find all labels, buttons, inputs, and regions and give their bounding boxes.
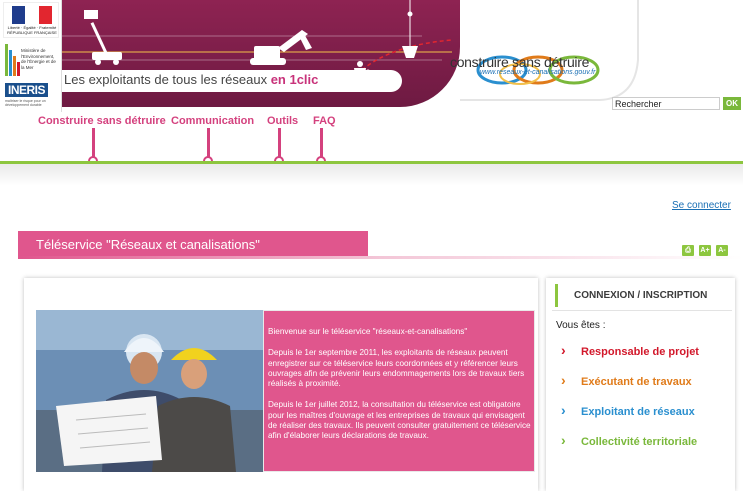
role-exploitant-de-reseaux[interactable]: › Exploitant de réseaux <box>561 402 695 418</box>
role-label: Responsable de projet <box>581 346 699 358</box>
role-label: Exploitant de réseaux <box>581 406 695 418</box>
page-title: Téléservice "Réseaux et canalisations" <box>36 237 260 252</box>
ministere-logo: Ministère de l'Environnement, de l'Énerg… <box>3 42 59 80</box>
welcome-text: Bienvenue sur le téléservice "réseaux-et… <box>268 327 534 453</box>
partner-logos: Liberté · Égalité · Fraternité RÉPUBLIQU… <box>0 0 62 112</box>
banner-tagline-prefix: Les exploitants de tous les réseaux <box>64 72 271 87</box>
header-banner: Les exploitants de tous les réseaux en 1… <box>62 0 460 107</box>
role-responsable-de-projet[interactable]: › Responsable de projet <box>561 342 699 358</box>
nav-construire-sans-detruire[interactable]: Construire sans détruire <box>38 115 166 127</box>
chevron-right-icon: › <box>561 432 566 448</box>
brand-url: www.reseaux-et-canalisations.gouv.fr <box>480 69 596 76</box>
welcome-paragraph-1: Depuis le 1er septembre 2011, les exploi… <box>268 348 525 389</box>
welcome-paragraph-2: Depuis le 1er juillet 2012, la consultat… <box>268 400 531 441</box>
brand-title: construire sans détruire <box>450 54 590 70</box>
republique-francaise-logo: Liberté · Égalité · Fraternité RÉPUBLIQU… <box>3 2 59 38</box>
nav-connector <box>92 128 95 158</box>
search-submit-button[interactable]: OK <box>723 97 741 110</box>
font-decrease-icon[interactable]: A- <box>716 245 728 256</box>
login-panel-divider <box>552 310 732 311</box>
role-collectivite-territoriale[interactable]: › Collectivité territoriale <box>561 432 698 448</box>
role-prompt: Vous êtes : <box>556 320 606 331</box>
nav-connector <box>278 128 281 158</box>
nav-outils[interactable]: Outils <box>267 115 298 127</box>
print-icon[interactable]: ⎙ <box>682 245 694 256</box>
workers-photo <box>36 310 263 472</box>
nav-faq[interactable]: FAQ <box>313 115 336 127</box>
font-increase-icon[interactable]: A+ <box>699 245 711 256</box>
nav-connector <box>320 128 323 158</box>
ministere-bars-icon <box>5 44 20 76</box>
login-link[interactable]: Se connecter <box>672 200 731 211</box>
role-executant-de-travaux[interactable]: › Exécutant de travaux <box>561 372 692 388</box>
welcome-intro: Bienvenue sur le téléservice "réseaux-et… <box>268 327 468 336</box>
role-label: Collectivité territoriale <box>581 436 698 448</box>
search-input[interactable] <box>612 97 720 110</box>
chevron-right-icon: › <box>561 372 566 388</box>
chevron-right-icon: › <box>561 402 566 418</box>
banner-tagline-highlight: en 1clic <box>270 72 319 87</box>
ineris-logo-name: INERIS <box>5 83 49 97</box>
ineris-logo: INERIS maîtriser le risque pour un dével… <box>3 82 59 110</box>
nav-communication[interactable]: Communication <box>171 115 254 127</box>
login-panel-accent <box>555 284 558 307</box>
page-title-underline <box>18 256 743 259</box>
banner-tagline: Les exploitants de tous les réseaux en 1… <box>64 72 318 87</box>
nav-shadow <box>0 164 743 186</box>
nav-connector <box>207 128 210 158</box>
login-panel-title: CONNEXION / INSCRIPTION <box>574 290 708 301</box>
french-flag-icon <box>12 6 52 24</box>
chevron-right-icon: › <box>561 342 566 358</box>
ineris-logo-tagline: maîtriser le risque pour un développemen… <box>5 99 46 107</box>
role-label: Exécutant de travaux <box>581 376 692 388</box>
rf-logo-text: Liberté · Égalité · Fraternité RÉPUBLIQU… <box>7 25 57 35</box>
ministere-logo-text: Ministère de l'Environnement, de l'Énerg… <box>21 48 56 70</box>
